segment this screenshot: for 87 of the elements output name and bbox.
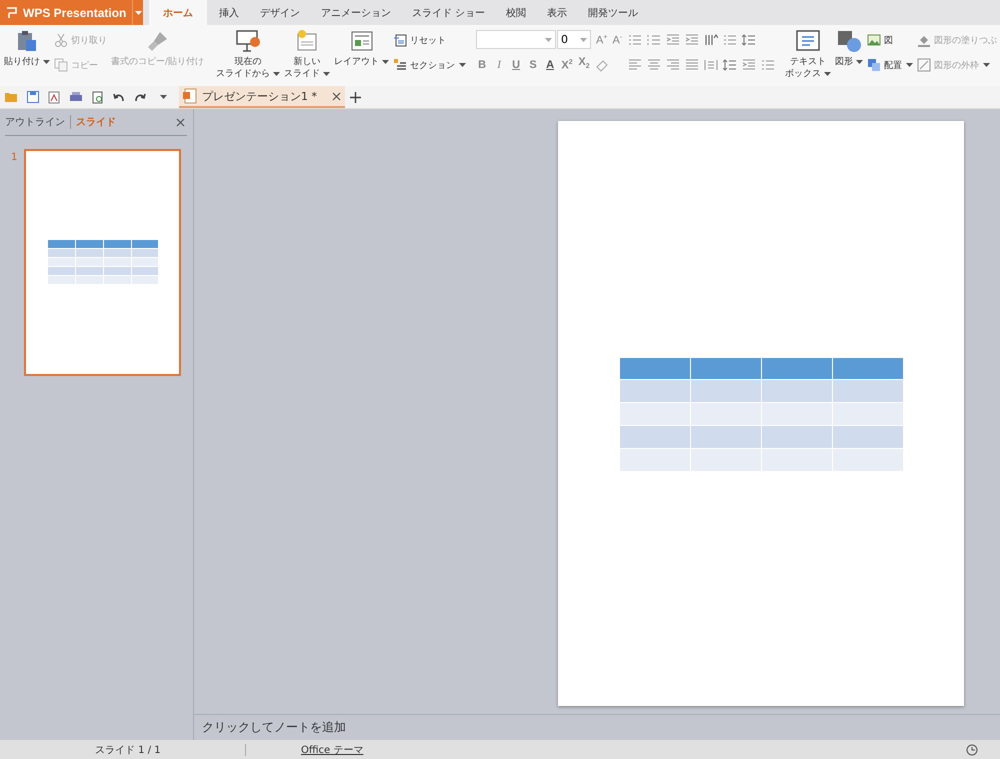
align-left-icon[interactable] xyxy=(628,58,642,70)
picture-icon xyxy=(867,33,882,47)
undo-icon[interactable] xyxy=(113,92,125,102)
ribbon-button[interactable]: テキスト ボックス xyxy=(783,27,834,82)
clipboard-icon xyxy=(15,29,39,53)
caret-icon[interactable] xyxy=(160,95,167,99)
layout-icon xyxy=(350,29,374,53)
caret-icon xyxy=(382,60,390,64)
pdf-icon[interactable] xyxy=(48,90,60,104)
ribbon-button[interactable]: 現在の スライドから xyxy=(214,27,282,82)
ribbon-tab[interactable]: 開発ツール xyxy=(579,0,648,25)
app-menu-dropdown[interactable] xyxy=(132,0,143,25)
slide-count: スライド 1 / 1 xyxy=(95,744,162,756)
section-icon xyxy=(393,58,408,72)
bullet-list-icon[interactable] xyxy=(628,34,642,46)
notes-placeholder[interactable]: クリックしてノートを追加 xyxy=(202,719,346,736)
ribbon-button[interactable]: リセット xyxy=(391,30,468,50)
ribbon-button[interactable]: 配置 xyxy=(865,55,916,75)
indent-icon[interactable] xyxy=(685,34,700,46)
format-button[interactable]: A xyxy=(544,58,556,72)
slide-thumbnail[interactable] xyxy=(24,149,182,376)
font-size-field[interactable]: 0 xyxy=(557,30,592,49)
ribbon-button[interactable]: 図形 xyxy=(833,27,866,70)
font-size-button[interactable]: A$^{-}$ xyxy=(612,31,622,48)
history-icon[interactable] xyxy=(966,744,978,756)
screen-icon xyxy=(235,29,262,53)
line-spacing-icon[interactable] xyxy=(723,58,738,70)
ribbon-tab[interactable]: ホーム xyxy=(149,0,207,25)
indent-icon[interactable] xyxy=(666,34,680,46)
ribbon-tab[interactable]: 校閲 xyxy=(497,0,536,25)
ribbon-tab[interactable]: 挿入 xyxy=(210,0,248,25)
number-list-icon[interactable] xyxy=(647,34,662,46)
indent-icon[interactable] xyxy=(742,58,756,70)
text-direction-icon[interactable] xyxy=(704,34,718,46)
fill-icon xyxy=(917,33,932,47)
outline-icon xyxy=(917,58,932,72)
new-slide-icon xyxy=(295,29,320,53)
arrange-icon xyxy=(867,58,882,72)
eraser-icon[interactable] xyxy=(595,58,610,72)
bullet-list-icon[interactable] xyxy=(761,58,776,70)
presentation-icon xyxy=(183,88,197,104)
caret-icon xyxy=(134,10,142,14)
scissors-icon xyxy=(54,33,68,47)
caret-icon xyxy=(983,63,990,67)
theme-name: Office テーマ xyxy=(301,744,364,756)
reset-icon xyxy=(393,33,408,47)
line-spacing-icon[interactable] xyxy=(742,34,756,46)
ribbon-button[interactable]: 貼り付け xyxy=(2,27,52,70)
print-icon[interactable] xyxy=(69,91,83,103)
copy-icon xyxy=(54,58,68,72)
close-icon[interactable] xyxy=(332,92,341,100)
ribbon-button[interactable]: セクション xyxy=(391,55,468,75)
ribbon-button[interactable]: レイアウト xyxy=(332,27,392,70)
ribbon-tab[interactable]: デザイン xyxy=(251,0,309,25)
folder-icon[interactable] xyxy=(4,91,18,103)
caret-icon xyxy=(906,63,914,67)
save-icon[interactable] xyxy=(27,91,39,103)
justify-icon[interactable] xyxy=(685,58,700,70)
align-right-icon[interactable] xyxy=(666,58,680,70)
document-title: プレゼンテーション1 * xyxy=(202,88,318,104)
slide-number: 1 xyxy=(11,152,18,164)
caret-icon xyxy=(273,72,280,76)
document-tab[interactable]: プレゼンテーション1 * xyxy=(179,86,345,108)
caret-icon xyxy=(824,72,832,76)
font-size-button[interactable]: A$^{+}$ xyxy=(596,31,608,48)
caret-icon xyxy=(459,63,466,67)
ribbon-tab[interactable]: アニメーション xyxy=(312,0,400,25)
bullet-list-icon[interactable] xyxy=(723,34,738,46)
redo-icon[interactable] xyxy=(134,92,146,102)
ribbon-tab[interactable]: 表示 xyxy=(538,0,576,25)
brush-icon xyxy=(146,29,170,53)
ribbon-button[interactable]: 図 xyxy=(865,30,916,50)
app-logo-icon xyxy=(6,6,18,18)
distribute-icon[interactable] xyxy=(704,58,718,70)
panel-tab[interactable]: アウトライン xyxy=(5,115,65,129)
close-icon[interactable] xyxy=(176,118,185,126)
font-name-field[interactable] xyxy=(476,30,556,49)
caret-icon xyxy=(856,60,864,64)
caret-icon xyxy=(43,60,50,64)
plus-icon[interactable] xyxy=(350,92,361,102)
textbox-icon xyxy=(795,29,822,53)
caret-icon xyxy=(323,72,330,76)
shapes-icon xyxy=(836,29,862,53)
ribbon-button[interactable]: 新しい スライド xyxy=(282,27,332,82)
preview-icon[interactable] xyxy=(92,90,104,104)
ribbon-tab[interactable]: スライド ショー xyxy=(403,0,494,25)
align-center-icon[interactable] xyxy=(647,58,662,70)
